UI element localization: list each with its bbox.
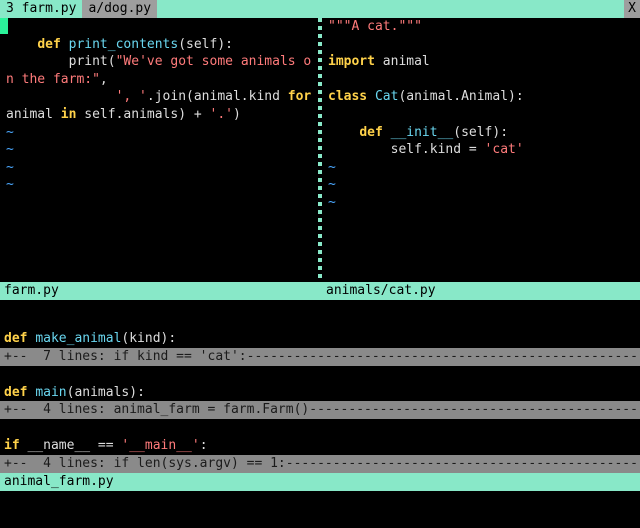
eob-tilde: ~: [0, 124, 318, 142]
keyword-def: def: [359, 125, 382, 140]
fold-line[interactable]: +-- 4 lines: if len(sys.argv) == 1:-----…: [0, 455, 640, 473]
string-literal: 'cat': [485, 142, 524, 157]
pane-right[interactable]: """A cat.""" import animal class Cat(ani…: [322, 18, 640, 282]
code-left[interactable]: def print_contents(self): print("We've g…: [0, 18, 318, 124]
pane-gap: [0, 300, 640, 330]
tabline: 3 farm.py a/dog.py X: [0, 0, 640, 18]
status-filename: animals/cat.py: [326, 282, 436, 300]
keyword-def: def: [4, 385, 27, 400]
keyword-class: class: [328, 89, 367, 104]
eob-tilde: ~: [322, 194, 640, 212]
blank-line: [0, 419, 640, 437]
status-filename: animal_farm.py: [4, 473, 114, 491]
pane-left[interactable]: def print_contents(self): print("We've g…: [0, 18, 318, 282]
string-literal: '.': [210, 107, 233, 122]
pane-bottom[interactable]: def make_animal(kind): +-- 7 lines: if k…: [0, 330, 640, 473]
status-bottom: animal_farm.py: [0, 473, 640, 491]
keyword-in: in: [61, 107, 77, 122]
docstring: """A cat.""": [328, 19, 422, 34]
code-line[interactable]: def make_animal(kind):: [0, 330, 640, 348]
status-right: animals/cat.py: [322, 282, 640, 300]
tab-farm[interactable]: 3 farm.py: [0, 0, 82, 18]
function-name: main: [35, 385, 66, 400]
function-name: make_animal: [35, 331, 121, 346]
eob-tilde: ~: [0, 159, 318, 177]
fold-line[interactable]: +-- 7 lines: if kind == 'cat':----------…: [0, 348, 640, 366]
code-line[interactable]: def main(animals):: [0, 384, 640, 402]
fold-line[interactable]: +-- 4 lines: animal_farm = farm.Farm()--…: [0, 401, 640, 419]
blank-line: [0, 366, 640, 384]
keyword-def: def: [37, 37, 60, 52]
string-literal: '__main__': [121, 438, 199, 453]
keyword-for: for: [288, 89, 311, 104]
string-literal: ', ': [116, 89, 147, 104]
class-name: Cat: [375, 89, 398, 104]
tab-dog-active[interactable]: a/dog.py: [82, 0, 157, 18]
keyword-if: if: [4, 438, 20, 453]
eob-tilde: ~: [322, 159, 640, 177]
function-name: print_contents: [69, 37, 179, 52]
keyword-def: def: [4, 331, 27, 346]
tab-label: a/dog.py: [88, 1, 151, 16]
status-left: farm.py: [0, 282, 318, 300]
status-filename: farm.py: [4, 282, 59, 300]
function-name: __init__: [391, 125, 454, 140]
eob-tilde: ~: [322, 176, 640, 194]
code-line[interactable]: if __name__ == '__main__':: [0, 437, 640, 455]
status-row-top: farm.py animals/cat.py: [0, 282, 640, 300]
split-container: def print_contents(self): print("We've g…: [0, 18, 640, 282]
tab-label: farm.py: [22, 1, 77, 16]
keyword-import: import: [328, 54, 375, 69]
tab-count: 3: [6, 1, 14, 16]
eob-tilde: ~: [0, 176, 318, 194]
code-token: [6, 37, 37, 52]
tab-close-button[interactable]: X: [624, 0, 640, 18]
eob-tilde: ~: [0, 141, 318, 159]
close-icon: X: [628, 1, 636, 16]
code-right[interactable]: """A cat.""" import animal class Cat(ani…: [322, 18, 640, 159]
cursor: [0, 18, 8, 34]
